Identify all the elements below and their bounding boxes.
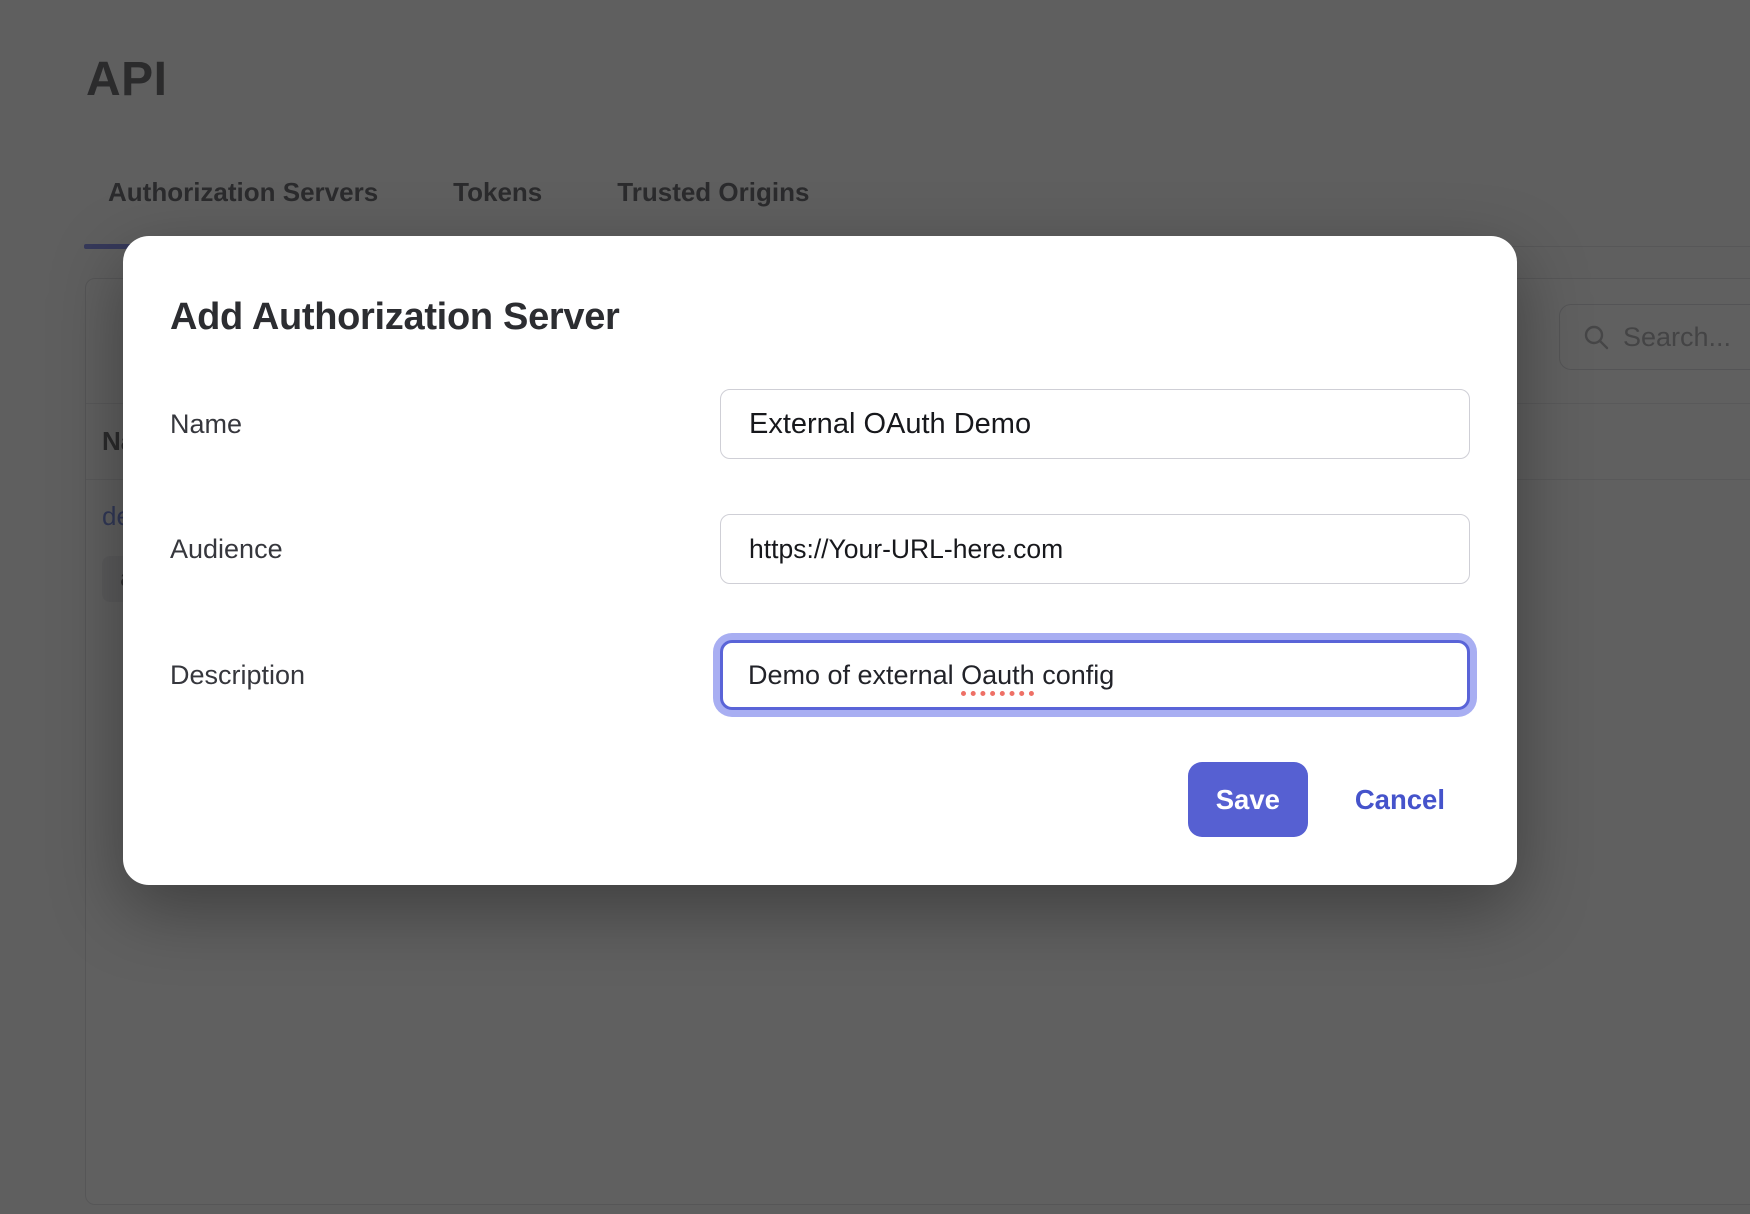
save-button[interactable]: Save: [1188, 762, 1308, 837]
audience-field[interactable]: [720, 514, 1470, 584]
audience-field-row: Audience: [170, 514, 1470, 584]
audience-field-label: Audience: [170, 534, 720, 565]
name-field-label: Name: [170, 409, 720, 440]
description-field[interactable]: Demo of external Oauth config: [720, 640, 1470, 710]
description-field-row: Description Demo of external Oauth confi…: [170, 640, 1470, 710]
misspelled-word: Oauth: [961, 660, 1035, 691]
cancel-button[interactable]: Cancel: [1355, 784, 1445, 816]
add-authorization-server-modal: Add Authorization Server Name Audience D…: [123, 236, 1517, 885]
modal-actions: Save Cancel: [170, 762, 1470, 837]
description-text: Demo of external: [748, 660, 961, 691]
modal-title: Add Authorization Server: [170, 236, 1470, 340]
name-field[interactable]: [720, 389, 1470, 459]
description-text-after: config: [1035, 660, 1115, 691]
description-field-label: Description: [170, 660, 720, 691]
name-field-row: Name: [170, 389, 1470, 459]
